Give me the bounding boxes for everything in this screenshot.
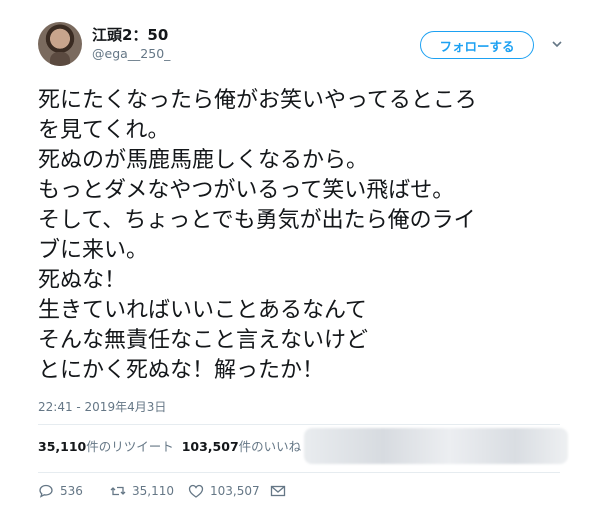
retweet-stat[interactable]: 35,110件のリツイート (38, 439, 174, 454)
chevron-down-icon[interactable] (551, 38, 563, 50)
reply-button[interactable]: 536 (38, 483, 83, 499)
user-name[interactable]: 江頭2：50 (92, 24, 168, 45)
like-stat[interactable]: 103,507件のいいね (182, 439, 301, 454)
share-button[interactable] (270, 483, 286, 499)
likes-count: 103,507 (181, 439, 239, 454)
user-handle[interactable]: @ega__250_ (92, 46, 170, 61)
tweet-card: 江頭2：50 @ega__250_ フォローする 死にたくなったら俺がお笑いやっ… (0, 0, 600, 508)
tweet-line: 生きていればいいことあるなんて (38, 298, 367, 323)
tweet-line: とにかく死ぬな！解ったか！ (38, 358, 325, 383)
avatar[interactable] (38, 22, 82, 66)
tweet-line: 死ぬな！ (38, 268, 127, 293)
follow-button-label: フォローする (439, 38, 515, 54)
like-button[interactable]: 103,507 (188, 483, 260, 499)
retweet-icon (110, 486, 126, 496)
divider (38, 472, 560, 473)
retweet-count: 35,110 (132, 484, 174, 498)
tweet-line: ブに来い。 (38, 238, 149, 263)
divider (38, 424, 560, 425)
tweet-line: 死ぬのが馬鹿馬鹿しくなるから。 (38, 148, 369, 173)
retweet-button[interactable]: 35,110 (110, 483, 174, 499)
envelope-icon (270, 485, 286, 497)
likes-label: 件のいいね (238, 439, 302, 454)
tweet-line: を見てくれ。 (38, 118, 170, 143)
tweet-line: もっとダメなやつがいるって笑い飛ばせ。 (38, 178, 455, 203)
retweets-count: 35,110 (38, 439, 87, 454)
tweet-line: そんな無責任なこと言えないけど (38, 328, 369, 353)
tweet-text: 死にたくなったら俺がお笑いやってるところ を見てくれ。 死ぬのが馬鹿馬鹿しくなる… (38, 86, 578, 386)
retweets-label: 件のリツイート (86, 439, 174, 454)
like-count: 103,507 (210, 484, 260, 498)
reply-icon (39, 484, 53, 498)
follow-button[interactable]: フォローする (420, 31, 534, 59)
tweet-line: 死にたくなったら俺がお笑いやってるところ (38, 88, 477, 113)
heart-icon (188, 484, 204, 498)
reply-count: 536 (60, 484, 83, 498)
tweet-stats: 35,110件のリツイート 103,507件のいいね (38, 436, 301, 455)
liked-by-avatars[interactable] (304, 428, 568, 464)
tweet-timestamp[interactable]: 22:41 - 2019年4月3日 (38, 398, 166, 415)
tweet-line: そして、ちょっとでも勇気が出たら俺のライ (38, 208, 476, 233)
